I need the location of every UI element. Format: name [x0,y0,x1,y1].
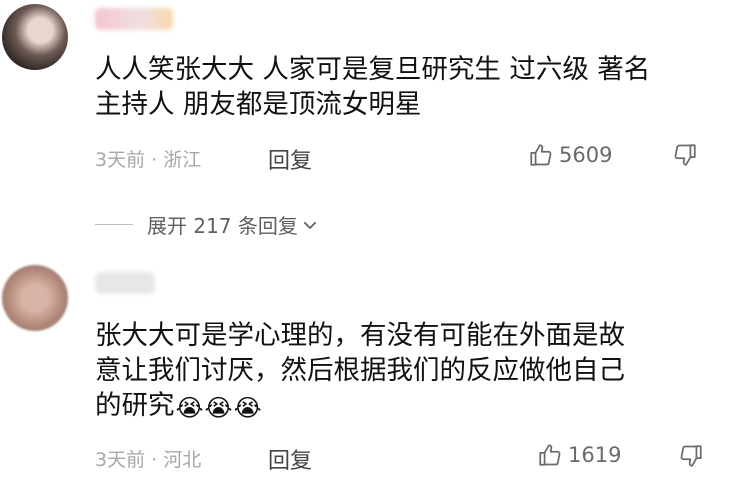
divider [95,224,133,225]
comment-text: 张大大可是学心理的，有没有可能在外面是故 意让我们讨厌，然后根据我们的反应做他自… [95,318,725,426]
username-blurred[interactable] [95,272,155,294]
comment-text-line: 的研究😭😭😭 [95,388,725,426]
comment-text-line: 意让我们讨厌，然后根据我们的反应做他自己 [95,355,625,386]
avatar[interactable] [2,265,68,331]
comment-text-segment: 的研究 [95,390,175,421]
like-button[interactable]: 5609 [528,142,612,168]
avatar[interactable] [2,4,68,70]
comment-meta: 3天前 · 浙江 [95,149,202,171]
reply-button[interactable]: 回复 [268,443,312,475]
dislike-button[interactable] [672,142,698,172]
reply-button[interactable]: 回复 [268,143,312,175]
like-button[interactable]: 1619 [537,442,621,468]
thumbs-down-icon [674,144,696,166]
expand-replies-button[interactable]: 展开 217 条回复 [95,210,319,239]
crying-emoji-icon: 😭 [175,394,204,422]
thumbs-up-icon [539,444,561,466]
like-count: 5609 [559,143,613,167]
comment-meta: 3天前 · 河北 [95,449,202,471]
username-blurred[interactable] [95,8,173,30]
chevron-down-icon [303,221,316,229]
crying-emoji-icon: 😭 [204,394,233,422]
comment-text-line: 主持人 朋友都是顶流女明星 [95,89,422,120]
thumbs-down-icon [680,445,702,467]
crying-emoji-icon: 😭 [233,394,262,422]
comment-text-line: 人人笑张大大 人家可是复旦研究生 过六级 著名 [95,54,651,85]
dislike-button[interactable] [678,443,704,473]
comment-text-line: 张大大可是学心理的，有没有可能在外面是故 [95,320,625,351]
comment-text: 人人笑张大大 人家可是复旦研究生 过六级 著名 主持人 朋友都是顶流女明星 [95,52,725,122]
thumbs-up-icon [530,144,552,166]
expand-replies-label: 展开 217 条回复 [147,214,298,238]
like-count: 1619 [568,443,622,467]
